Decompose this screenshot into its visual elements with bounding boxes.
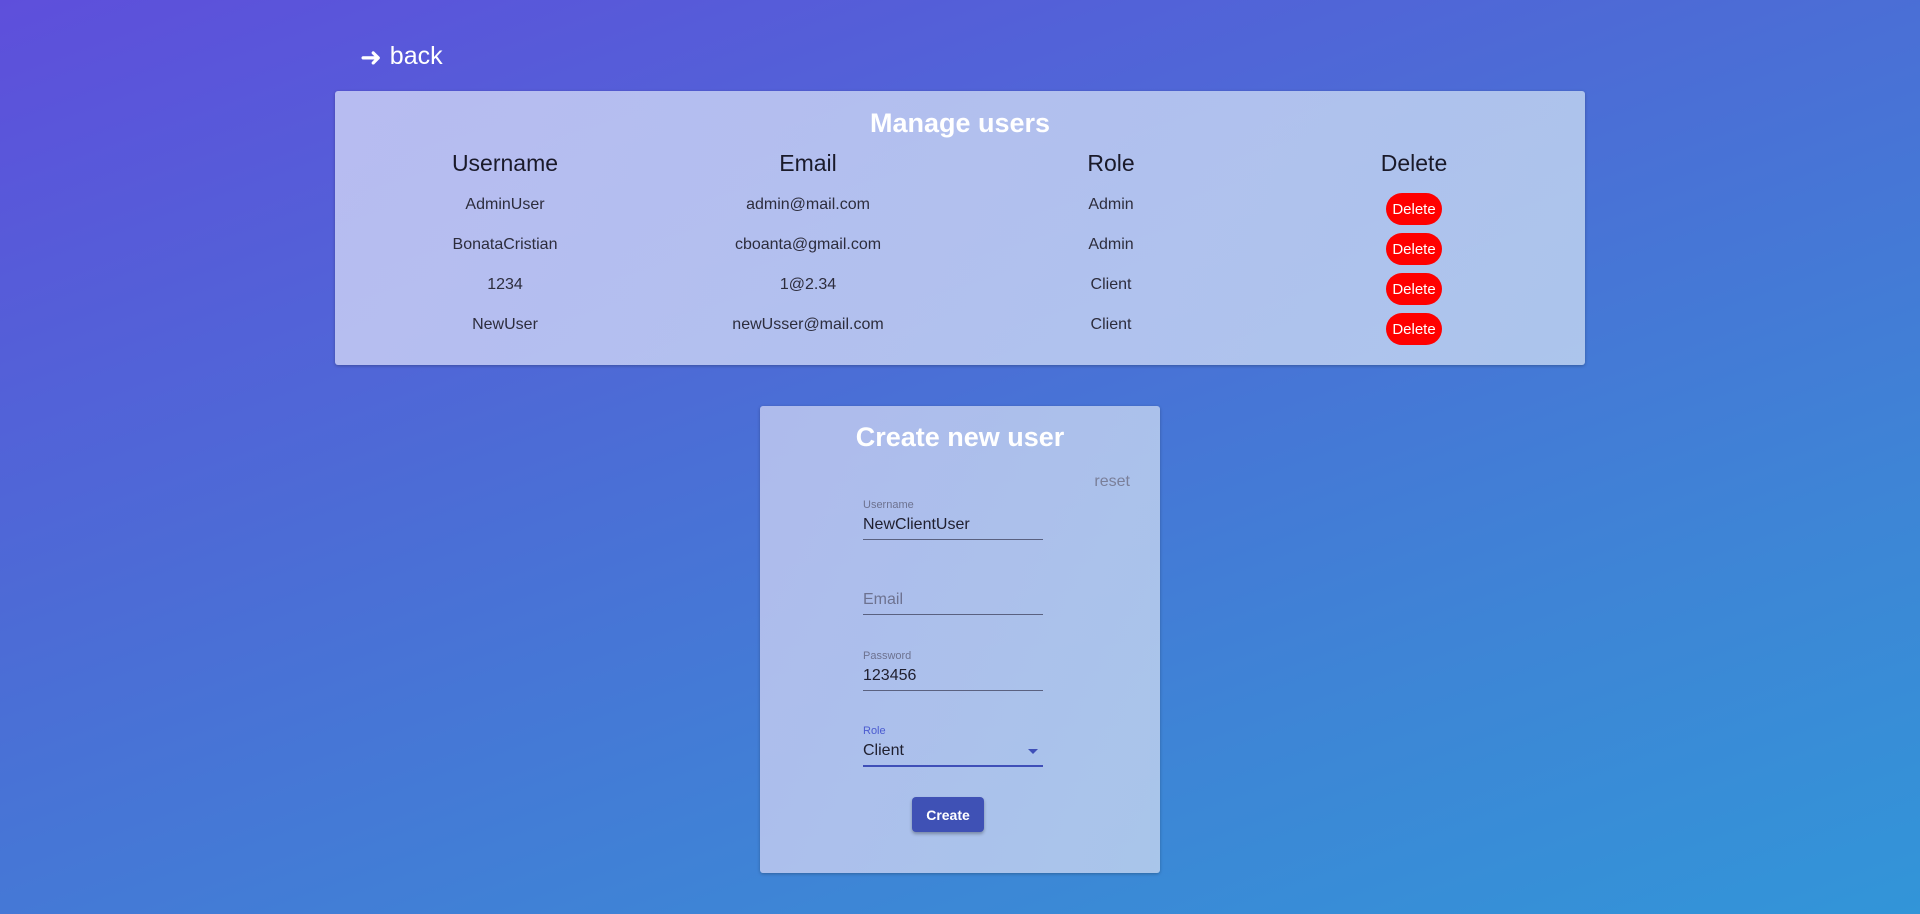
reset-button[interactable]: reset (1094, 473, 1130, 491)
create-user-title: Create new user (855, 422, 1065, 452)
delete-button[interactable]: Delete (1386, 273, 1442, 305)
cell-username: AdminUser (465, 196, 545, 213)
header-delete: Delete (1380, 150, 1448, 176)
delete-button[interactable]: Delete (1386, 313, 1442, 345)
back-label: back (389, 42, 443, 70)
create-button[interactable]: Create (912, 797, 984, 832)
username-label: Username (863, 499, 914, 511)
arrow-right-icon: ➜ (360, 41, 382, 72)
header-email: Email (779, 150, 837, 176)
password-field: Password (863, 650, 1043, 691)
username-field: Username (863, 499, 1043, 540)
cell-username: BonataCristian (452, 236, 558, 253)
manage-users-card: Manage users Username Email Role Delete … (335, 91, 1585, 365)
role-select-value[interactable]: Client (863, 739, 1043, 765)
cell-role: Client (1090, 276, 1132, 293)
cell-email: 1@2.34 (779, 276, 837, 293)
delete-button[interactable]: Delete (1386, 193, 1442, 225)
email-label (863, 574, 1043, 588)
header-role: Role (1087, 150, 1135, 176)
role-value: Client (863, 742, 904, 759)
header-username: Username (451, 150, 559, 176)
back-link[interactable]: ➜ back (360, 42, 443, 71)
cell-email: newUsser@mail.com (732, 316, 884, 333)
cell-email: admin@mail.com (746, 196, 870, 213)
cell-email: cboanta@gmail.com (734, 236, 882, 253)
password-input[interactable] (863, 664, 1043, 690)
cell-role: Client (1090, 316, 1132, 333)
create-user-card: Create new user reset Username Password … (760, 406, 1160, 873)
delete-button[interactable]: Delete (1386, 233, 1442, 265)
role-label: Role (863, 725, 886, 737)
cell-username: 1234 (487, 276, 523, 293)
cell-username: NewUser (472, 316, 538, 333)
password-label: Password (863, 650, 912, 662)
cell-role: Admin (1088, 196, 1134, 213)
email-field (863, 574, 1043, 615)
username-input[interactable] (863, 513, 1043, 539)
role-select[interactable]: Role Client (863, 725, 1043, 767)
cell-role: Admin (1088, 236, 1134, 253)
caret-down-icon (1028, 749, 1038, 754)
email-input[interactable] (863, 588, 1043, 614)
manage-users-title: Manage users (869, 108, 1051, 138)
